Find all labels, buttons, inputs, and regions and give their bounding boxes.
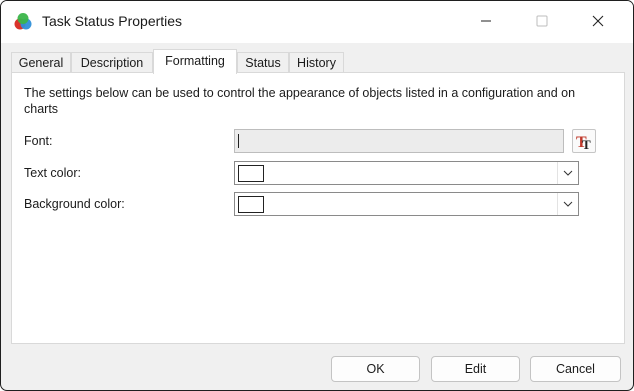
ok-button[interactable]: OK — [331, 356, 420, 382]
font-picker-icon: T T — [573, 134, 595, 155]
font-field[interactable] — [234, 129, 564, 153]
window-title: Task Status Properties — [42, 13, 183, 29]
background-color-select[interactable] — [234, 192, 579, 216]
minimize-icon — [480, 15, 492, 30]
cancel-button[interactable]: Cancel — [530, 356, 621, 382]
properties-window: Task Status Properties General Descripti… — [0, 0, 634, 391]
formatting-description: The settings below can be used to contro… — [24, 86, 576, 116]
background-color-label: Background color: — [24, 197, 125, 211]
close-icon — [592, 15, 604, 30]
font-label: Font: — [24, 134, 53, 148]
text-caret — [238, 134, 239, 148]
font-picker-button[interactable]: T T — [572, 129, 596, 153]
formatting-panel: The settings below can be used to contro… — [11, 72, 625, 344]
edit-button[interactable]: Edit — [431, 356, 520, 382]
tab-formatting[interactable]: Formatting — [153, 49, 237, 74]
maximize-button — [519, 1, 565, 43]
text-color-swatch — [238, 165, 264, 182]
svg-text:T: T — [582, 137, 591, 152]
tab-history[interactable]: History — [289, 52, 344, 73]
chevron-down-icon — [557, 162, 578, 184]
close-button[interactable] — [575, 1, 621, 43]
maximize-icon — [536, 15, 548, 30]
text-color-label: Text color: — [24, 166, 81, 180]
minimize-button[interactable] — [463, 1, 509, 43]
app-icon — [13, 12, 33, 32]
title-bar: Task Status Properties — [1, 1, 633, 43]
tab-description[interactable]: Description — [71, 52, 153, 73]
tab-status[interactable]: Status — [237, 52, 289, 73]
text-color-select[interactable] — [234, 161, 579, 185]
background-color-swatch — [238, 196, 264, 213]
chevron-down-icon — [557, 193, 578, 215]
tab-general[interactable]: General — [11, 52, 71, 73]
